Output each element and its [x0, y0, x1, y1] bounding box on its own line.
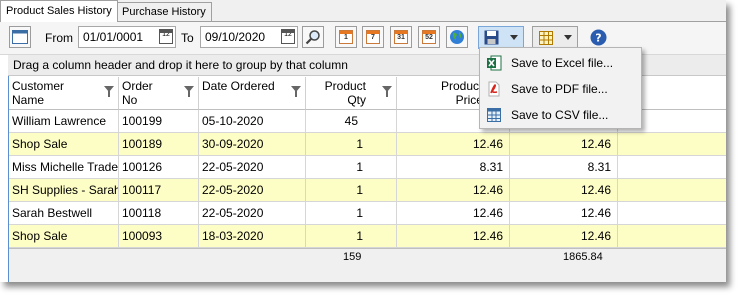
excel-icon	[487, 55, 502, 71]
column-header-customer-name[interactable]: Customer Name	[9, 77, 119, 110]
calendar-icon[interactable]: 12	[159, 29, 173, 44]
save-menu: Save to Excel file... Save to PDF file..…	[479, 47, 642, 129]
tab-strip: Product Sales History Purchase History	[0, 0, 726, 22]
menu-item-save-excel[interactable]: Save to Excel file...	[480, 50, 641, 76]
window-icon	[12, 30, 28, 44]
column-header-product-qty[interactable]: Product Qty	[306, 77, 397, 110]
svg-text:?: ?	[595, 31, 601, 44]
from-date-field[interactable]: 01/01/0001 12	[78, 26, 176, 48]
filter-icon[interactable]	[291, 86, 301, 97]
app-window: Product Sales History Purchase History F…	[0, 0, 726, 282]
from-label: From	[45, 31, 73, 45]
filter-icon[interactable]	[382, 86, 392, 97]
save-dropdown-button[interactable]	[478, 26, 524, 49]
table-row[interactable]: Shop Sale 100189 30-09-2020 1 12.46 12.4…	[9, 133, 726, 156]
pdf-icon	[488, 81, 500, 97]
tab-product-sales-history[interactable]: Product Sales History	[0, 0, 118, 22]
qty-total: 159	[343, 251, 362, 263]
column-chooser-icon	[539, 31, 553, 45]
table-row[interactable]: Miss Michelle Trade 100126 22-05-2020 1 …	[9, 156, 726, 179]
layout-button[interactable]	[9, 26, 31, 48]
table-row[interactable]: Sarah Bestwell 100118 22-05-2020 1 12.46…	[9, 202, 726, 225]
globe-button[interactable]	[446, 26, 468, 48]
tab-purchase-history[interactable]: Purchase History	[116, 2, 212, 21]
magnifier-icon	[305, 30, 320, 45]
floppy-disk-icon	[484, 30, 499, 45]
menu-item-save-pdf[interactable]: Save to PDF file...	[480, 76, 641, 102]
totals-row: 159 1865.84	[9, 248, 726, 282]
menu-item-save-csv[interactable]: Save to CSV file...	[480, 102, 641, 128]
table-row[interactable]: Shop Sale 100093 18-03-2020 1 12.46 12.4…	[9, 225, 726, 248]
filter-icon[interactable]	[184, 86, 194, 97]
to-date-field[interactable]: 09/10/2020 12	[200, 26, 298, 48]
csv-icon	[487, 108, 501, 122]
chevron-down-icon	[510, 35, 518, 40]
period-1-button[interactable]: 1	[335, 26, 357, 48]
to-date-value: 09/10/2020	[205, 30, 266, 44]
column-header-date-ordered[interactable]: Date Ordered	[199, 77, 306, 110]
left-edge-strip	[0, 55, 9, 282]
period-31-button[interactable]: 31	[390, 26, 412, 48]
filter-icon[interactable]	[104, 86, 114, 97]
column-chooser-button[interactable]	[532, 26, 578, 49]
calendar-icon[interactable]: 12	[281, 29, 295, 44]
globe-icon	[450, 30, 464, 44]
period-7-button[interactable]: 7	[362, 26, 384, 48]
from-date-value: 01/01/0001	[83, 30, 144, 44]
search-button[interactable]	[302, 26, 324, 48]
period-52-button[interactable]: 52	[418, 26, 440, 48]
help-button[interactable]: ?	[587, 26, 609, 48]
column-header-order-no[interactable]: Order No	[119, 77, 199, 110]
chevron-down-icon	[564, 35, 572, 40]
net-total: 1865.84	[563, 251, 603, 263]
to-label: To	[181, 31, 194, 45]
help-icon: ?	[590, 29, 606, 45]
table-row[interactable]: SH Supplies - Sarah 100117 22-05-2020 1 …	[9, 179, 726, 202]
